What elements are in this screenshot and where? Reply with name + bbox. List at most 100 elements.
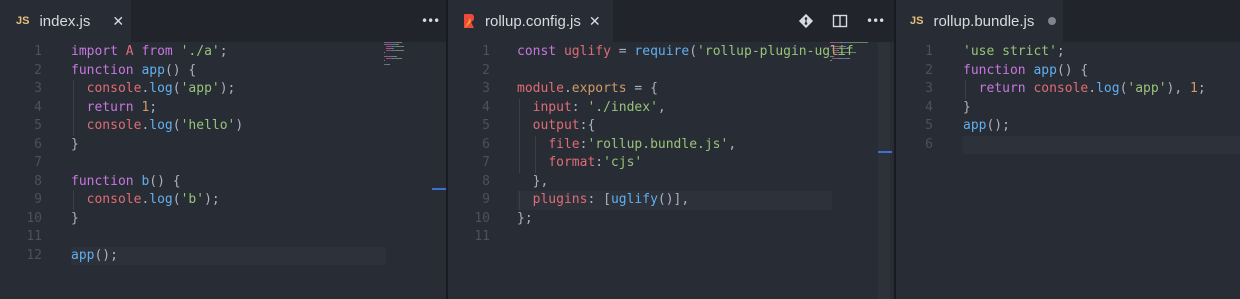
code-token: console: [86, 192, 142, 207]
git-compare-icon[interactable]: [798, 11, 814, 31]
minimap-token: [384, 52, 385, 53]
code-token: =: [610, 44, 635, 59]
code-line[interactable]: 6}: [0, 136, 446, 155]
code-line[interactable]: 11: [0, 228, 446, 247]
code-line[interactable]: 2 function app() {: [896, 62, 1240, 81]
tab-index-js[interactable]: JS index.js ✕: [0, 0, 131, 42]
code-line[interactable]: 4 return 1;: [0, 98, 446, 117]
line-number: 4: [34, 99, 42, 115]
code-token: = {: [626, 81, 658, 96]
code-line[interactable]: 1 'use strict';: [896, 43, 1240, 62]
code-line[interactable]: 9 plugins: [uglify()],: [448, 191, 894, 210]
code-text: output:{: [517, 117, 596, 136]
code-line[interactable]: 9 console.log('b');: [0, 191, 446, 210]
more-actions-icon[interactable]: •••: [866, 11, 885, 31]
code-line[interactable]: 6: [896, 135, 1240, 154]
indent-guide: [519, 154, 520, 173]
code-token: ()],: [657, 192, 690, 207]
code-token: (: [689, 44, 698, 59]
close-icon[interactable]: ✕: [589, 13, 601, 30]
code-line[interactable]: 2 function app() {: [0, 62, 446, 81]
minimap-token: [395, 44, 399, 45]
code-line[interactable]: 10};: [448, 210, 894, 229]
current-line-highlight: [963, 135, 1240, 154]
minimap[interactable]: [384, 42, 434, 72]
code-line[interactable]: 8 },: [448, 173, 894, 192]
code-token: ,: [657, 99, 666, 115]
indent-guide: [73, 98, 74, 117]
code-line[interactable]: 12 app();: [0, 246, 446, 265]
minimap-token: [393, 56, 397, 57]
tab-label: rollup.bundle.js: [933, 12, 1035, 30]
close-icon[interactable]: ✕: [112, 13, 124, 30]
code-token: ;: [149, 99, 158, 115]
line-number: 1: [482, 44, 490, 59]
code-line[interactable]: 4 input: './index',: [448, 98, 894, 117]
line-number: 6: [482, 136, 490, 152]
code-line[interactable]: 7: [0, 154, 446, 173]
code-line[interactable]: 3 module.exports = {: [448, 80, 894, 99]
code-token: };: [517, 210, 533, 226]
code-token: ),: [1166, 81, 1191, 96]
indent-guide: [519, 117, 520, 136]
code-token: format: [548, 155, 596, 170]
code-line[interactable]: 11: [448, 228, 894, 247]
line-number: 10: [474, 210, 490, 226]
code-token: app: [71, 247, 95, 263]
code-line[interactable]: 3 return console.log('app'), 1;: [896, 80, 1240, 99]
tab-rollup-bundle-js[interactable]: JS rollup.bundle.js: [896, 0, 1063, 42]
code-token: function: [963, 62, 1034, 78]
code-line[interactable]: 4}: [896, 99, 1240, 118]
scrollbar[interactable]: [878, 42, 890, 299]
line-number: 11: [474, 229, 490, 244]
line-number: 11: [26, 229, 42, 244]
code-token: uglify: [563, 44, 611, 59]
split-editor-icon[interactable]: [832, 11, 848, 31]
line-number: 9: [34, 192, 42, 207]
line-number: 10: [26, 210, 42, 226]
code-token: return: [86, 99, 142, 115]
current-line-highlight: [71, 246, 386, 265]
minimap[interactable]: [830, 42, 880, 72]
code-line[interactable]: 6 file:'rollup.bundle.js',: [448, 135, 894, 154]
code-token: (: [172, 192, 181, 207]
code-line[interactable]: 1 import A from './a';: [0, 43, 446, 62]
minimap-token: [830, 60, 832, 61]
code-token: ;: [219, 44, 228, 59]
line-number: 8: [482, 173, 490, 189]
code-text: format:'cjs': [517, 154, 642, 173]
code-line[interactable]: 10}: [0, 210, 446, 229]
code-token: : [: [587, 192, 611, 207]
code-token: log: [149, 192, 173, 207]
code-line[interactable]: 5 app();: [896, 117, 1240, 136]
code-line[interactable]: 2: [448, 62, 894, 81]
code-token: 'b': [180, 192, 205, 207]
editor-pane-rollup-config: rollup.config.js ✕ ••• 1 const uglify = r…: [448, 0, 894, 299]
code-editor[interactable]: 1'use strict'; 2 function app() {3 return …: [896, 42, 1240, 299]
code-line[interactable]: 1 const uglify = require('rollup-plugin-u…: [448, 43, 894, 62]
js-file-icon: JS: [16, 15, 30, 27]
code-token: 'cjs': [603, 155, 643, 170]
minimap-token: [402, 46, 404, 47]
more-actions-icon[interactable]: •••: [421, 11, 440, 31]
line-number: 7: [34, 155, 42, 170]
code-line[interactable]: 5 console.log('hello'): [0, 117, 446, 136]
code-line[interactable]: 7 format:'cjs': [448, 154, 894, 173]
unsaved-dot-icon[interactable]: [1048, 17, 1057, 25]
code-line[interactable]: 8 function b() {: [0, 173, 446, 192]
line-number: 2: [482, 62, 490, 78]
code-text: console.log('app');: [71, 80, 236, 99]
code-token: './index': [587, 99, 658, 115]
tab-bar: rollup.config.js ✕ •••: [448, 0, 894, 42]
code-editor[interactable]: 1 const uglify = require('rollup-plugin-u…: [448, 42, 894, 299]
minimap-token: [839, 48, 847, 49]
code-line[interactable]: 3 console.log('app');: [0, 80, 446, 99]
code-token: ();: [94, 247, 118, 263]
code-token: 'hello': [180, 118, 236, 133]
tab-rollup-config-js[interactable]: rollup.config.js ✕: [448, 0, 613, 42]
code-editor[interactable]: 1 import A from './a'; 2 function app() {3 …: [0, 42, 446, 299]
code-line[interactable]: 5 output:{: [448, 117, 894, 136]
code-text: return console.log('app'), 1;: [963, 80, 1206, 99]
line-number: 4: [482, 99, 490, 115]
